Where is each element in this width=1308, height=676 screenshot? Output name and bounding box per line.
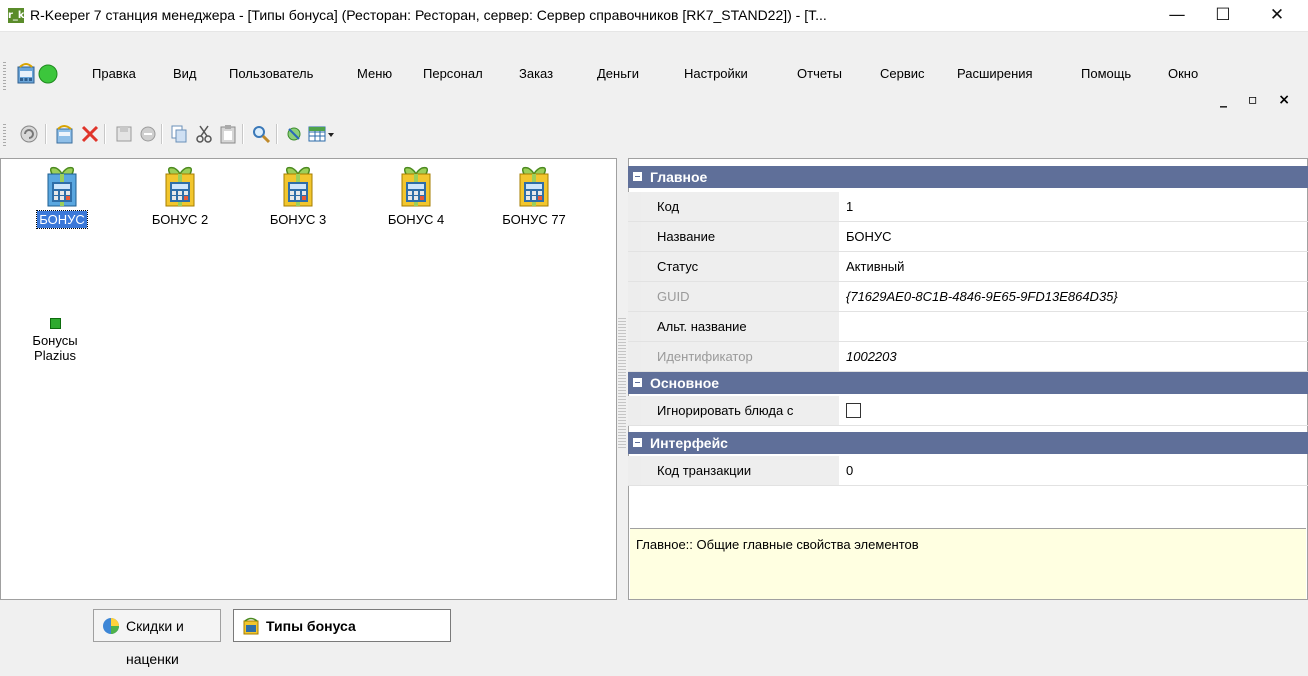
gift-calculator-icon	[40, 164, 84, 208]
folder-badge-icon	[49, 318, 61, 329]
collapse-icon[interactable]	[633, 172, 642, 181]
menu-service[interactable]: Сервис	[880, 66, 925, 81]
category-basic[interactable]: Основное	[628, 372, 1308, 394]
cut-icon[interactable]	[193, 123, 215, 145]
status-icon	[38, 64, 58, 84]
bonus-item[interactable]: БОНУС 77	[484, 164, 584, 228]
maximize-button[interactable]: ☐	[1200, 0, 1246, 31]
bonus-item[interactable]: БОНУС 2	[130, 164, 230, 228]
menu-grip[interactable]	[3, 62, 6, 90]
menu-staff[interactable]: Персонал	[423, 66, 483, 81]
mdi-controls[interactable]: _ ▫ ×	[1220, 92, 1298, 108]
tab-label: Типы бонуса	[266, 618, 356, 634]
toolbar-separator	[104, 124, 106, 144]
prop-row-identifier[interactable]: Идентификатор 1002203	[628, 342, 1308, 372]
prop-value[interactable]: 0	[842, 456, 1308, 485]
bonus-item-label: БОНУС 3	[269, 212, 327, 227]
prop-row-transaction-code[interactable]: Код транзакции 0	[628, 456, 1308, 486]
menu-menu[interactable]: Меню	[357, 66, 392, 81]
menu-reports[interactable]: Отчеты	[797, 66, 842, 81]
delete-icon[interactable]	[79, 123, 101, 145]
discounts-icon	[103, 618, 119, 634]
ignore-dishes-checkbox[interactable]	[846, 403, 861, 418]
collapse-icon[interactable]	[633, 438, 642, 447]
menu-extensions[interactable]: Расширения	[957, 66, 1033, 81]
prop-name: Код транзакции	[641, 456, 839, 485]
menu-money[interactable]: Деньги	[597, 66, 639, 81]
prop-row-code[interactable]: Код 1	[628, 192, 1308, 222]
property-description: Главное:: Общие главные свойства элемент…	[630, 528, 1306, 599]
bonus-item-label: БОНУС 2	[151, 212, 209, 227]
bonus-item[interactable]: БОНУС 3	[248, 164, 348, 228]
gift-calculator-icon	[512, 164, 556, 208]
refresh-icon[interactable]	[18, 123, 40, 145]
menu-view[interactable]: Вид	[173, 66, 197, 81]
menu-user[interactable]: Пользователь	[229, 66, 313, 81]
prop-name: Название	[641, 222, 839, 251]
save-icon[interactable]	[113, 123, 135, 145]
bonus-menu-icon	[17, 63, 35, 84]
toolbar-separator	[242, 124, 244, 144]
new-bonus-icon[interactable]	[54, 123, 76, 145]
prop-name: Код	[641, 192, 839, 221]
category-interface[interactable]: Интерфейс	[628, 432, 1308, 454]
folder-plazius[interactable]: Бонусы Plazius	[25, 318, 85, 363]
paste-icon[interactable]	[217, 123, 239, 145]
prop-value[interactable]	[842, 396, 1308, 425]
tab-discounts[interactable]: Скидки и наценки	[93, 609, 221, 667]
menu-settings[interactable]: Настройки	[684, 66, 748, 81]
pane-splitter[interactable]	[618, 318, 626, 448]
tab-bonus-types[interactable]: Типы бонуса	[233, 609, 451, 642]
title-bar: r_k R-Keeper 7 станция менеджера - [Типы…	[0, 0, 1308, 32]
minimize-button[interactable]: —	[1154, 0, 1200, 31]
prop-name: Идентификатор	[641, 342, 839, 371]
folder-label-line1: Бонусы	[32, 333, 78, 348]
gift-calculator-icon	[158, 164, 202, 208]
collapse-icon[interactable]	[633, 378, 642, 387]
toolbar-separator	[161, 124, 163, 144]
bonus-item-label: БОНУС 4	[387, 212, 445, 227]
prop-value[interactable]: 1	[842, 192, 1308, 221]
grid-view-icon[interactable]	[306, 123, 336, 145]
bonus-item-label: БОНУС 77	[502, 212, 566, 227]
menu-icons	[16, 63, 62, 88]
toolbar-separator	[276, 124, 278, 144]
prop-row-status[interactable]: Статус Активный	[628, 252, 1308, 282]
prop-row-alt-name[interactable]: Альт. название	[628, 312, 1308, 342]
category-main[interactable]: Главное	[628, 166, 1308, 188]
gift-calculator-icon	[276, 164, 320, 208]
prop-name: Игнорировать блюда с	[641, 396, 839, 425]
bonus-item-label: БОНУС	[36, 210, 88, 229]
prop-value: {71629AE0-8C1B-4846-9E65-9FD13E864D35}	[846, 289, 1118, 304]
prop-value: 1002203	[846, 349, 897, 364]
filter-icon[interactable]	[283, 123, 305, 145]
search-icon[interactable]	[250, 123, 272, 145]
toolbar-grip[interactable]	[3, 124, 6, 146]
prop-row-guid[interactable]: GUID {71629AE0-8C1B-4846-9E65-9FD13E864D…	[628, 282, 1308, 312]
menu-window[interactable]: Окно	[1168, 66, 1198, 81]
bonus-item[interactable]: БОНУС	[12, 164, 112, 229]
window-title: R-Keeper 7 станция менеджера - [Типы бон…	[30, 7, 827, 23]
gift-calculator-icon	[394, 164, 438, 208]
prop-name: Статус	[641, 252, 839, 281]
bonus-item[interactable]: БОНУС 4	[366, 164, 466, 228]
menu-help[interactable]: Помощь	[1081, 66, 1131, 81]
folder-label-line2: Plazius	[34, 348, 76, 363]
copy-icon[interactable]	[168, 123, 190, 145]
toolbar-separator	[45, 124, 47, 144]
tab-label: Скидки и наценки	[126, 618, 184, 667]
prop-value[interactable]	[842, 312, 1308, 341]
cancel-icon[interactable]	[137, 123, 159, 145]
prop-value[interactable]: БОНУС	[842, 222, 1308, 251]
app-logo: r_k	[8, 8, 25, 23]
menu-edit[interactable]: Правка	[92, 66, 136, 81]
prop-row-ignore-dishes[interactable]: Игнорировать блюда с	[628, 396, 1308, 426]
menu-order[interactable]: Заказ	[519, 66, 553, 81]
bonus-types-icon	[243, 617, 259, 635]
prop-row-name[interactable]: Название БОНУС	[628, 222, 1308, 252]
prop-value[interactable]: Активный	[842, 252, 1308, 281]
prop-name: GUID	[641, 282, 839, 311]
prop-name: Альт. название	[641, 312, 839, 341]
close-button[interactable]: ✕	[1254, 0, 1300, 31]
